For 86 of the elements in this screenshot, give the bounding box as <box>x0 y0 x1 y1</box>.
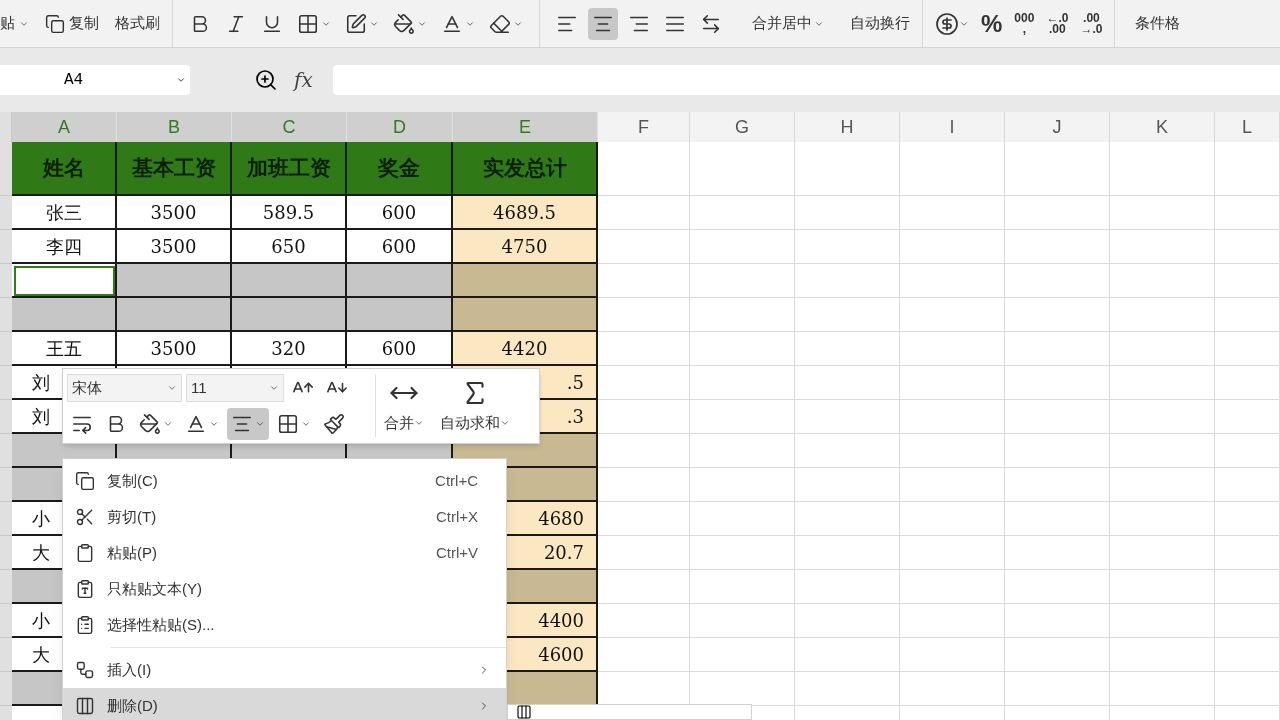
caret-icon <box>301 419 311 429</box>
column-header[interactable]: F <box>598 112 690 142</box>
number-format-button[interactable]: 000 , <box>1014 12 1035 35</box>
cell-reference: A4 <box>64 70 84 91</box>
column-header[interactable]: K <box>1110 112 1215 142</box>
column-header[interactable]: H <box>795 112 900 142</box>
format-bottom: →.0 <box>1080 23 1103 35</box>
clipboard-button[interactable]: 贴 <box>0 12 29 35</box>
table-cell: 4689.5 <box>453 196 598 230</box>
currency-button[interactable] <box>935 11 969 36</box>
number-format-button[interactable]: .00 →.0 <box>1080 12 1103 35</box>
paste-icon <box>75 543 95 563</box>
zoom-icon <box>254 68 278 92</box>
copy-icon <box>75 471 95 491</box>
fill-color-icon <box>139 413 161 435</box>
table-cell: 4750 <box>453 230 598 264</box>
table-cell: 589.5 <box>232 196 347 230</box>
column-title: 基本工资 <box>117 142 232 196</box>
caret-icon <box>209 419 219 429</box>
column-header[interactable]: G <box>690 112 795 142</box>
column-header[interactable]: L <box>1215 112 1280 142</box>
caret-icon <box>176 75 186 85</box>
table-cell: 3500 <box>117 332 232 366</box>
caret-icon <box>163 419 173 429</box>
paste-special-icon <box>75 615 95 635</box>
wrap-button[interactable]: 自动换行 <box>850 12 910 35</box>
menu-item[interactable]: 复制(C) Ctrl+C <box>63 463 506 499</box>
borders-icon <box>277 413 299 435</box>
menu-item[interactable]: 删除(D) <box>63 688 506 720</box>
borders-icon <box>297 12 319 35</box>
wrap-button[interactable]: 合并居中 <box>752 12 824 35</box>
delete-cells-icon <box>516 704 532 720</box>
format-painter-icon <box>323 413 345 435</box>
align-center-button[interactable] <box>227 408 269 440</box>
format-bottom: .00 <box>1049 23 1066 35</box>
column-header[interactable]: J <box>1005 112 1110 142</box>
table-cell: 600 <box>347 332 453 366</box>
column-title: 加班工资 <box>232 142 347 196</box>
format-top: ←.0 <box>1046 12 1069 24</box>
menu-item[interactable]: 只粘贴文本(Y) <box>63 571 506 607</box>
column-title: 姓名 <box>12 142 117 196</box>
caret-icon <box>414 418 424 428</box>
number-format-button[interactable]: ←.0 .00 <box>1046 12 1069 35</box>
fill-color-icon <box>393 12 415 35</box>
font-color-icon <box>185 413 207 435</box>
format-top: .00 <box>1083 12 1100 24</box>
currency-icon <box>935 11 959 36</box>
toolbar-button[interactable]: 合并 <box>384 377 424 435</box>
table-cell: 李四 <box>12 230 117 264</box>
table-cell: 3500 <box>117 230 232 264</box>
cut-icon <box>75 507 95 527</box>
clipboard-button[interactable]: 复制 <box>45 12 99 35</box>
distribute-icon <box>700 12 722 35</box>
table-cell: 600 <box>347 230 453 264</box>
font-value: 宋体 <box>72 377 102 398</box>
table-cell: 张三 <box>12 196 117 230</box>
clipboard-button[interactable]: 格式刷 <box>115 12 160 35</box>
column-title: 实发总计 <box>453 142 598 196</box>
caret-icon <box>255 419 265 429</box>
table-cell: 320 <box>232 332 347 366</box>
caret-icon <box>167 383 177 393</box>
font-size-value: 11 <box>191 377 207 398</box>
format-top: 000 <box>1014 12 1035 24</box>
table-cell: 650 <box>232 230 347 264</box>
insert-icon <box>75 660 95 680</box>
shortcut-label: Ctrl+C <box>435 470 479 491</box>
table-cell: 600 <box>347 196 453 230</box>
conditional-format-button[interactable]: 条件格 <box>1135 12 1181 35</box>
name-box[interactable]: A4 <box>0 65 190 95</box>
fx-label[interactable]: fx <box>294 65 313 95</box>
caret-icon <box>269 383 279 393</box>
caret-icon <box>500 418 510 428</box>
table-cell: 3500 <box>117 196 232 230</box>
font-field[interactable]: 宋体 <box>67 374 182 402</box>
cell-format-icon <box>345 12 367 35</box>
column-header[interactable]: I <box>900 112 1005 142</box>
format-bottom: , <box>1022 23 1027 35</box>
clear-icon <box>489 12 511 35</box>
paste-text-icon <box>75 579 95 599</box>
table-cell: 4420 <box>453 332 598 366</box>
font-size-field[interactable]: 11 <box>186 374 284 402</box>
align-center-button[interactable] <box>588 7 618 40</box>
column-title: 奖金 <box>347 142 453 196</box>
delete-icon <box>75 696 95 716</box>
copy-icon <box>45 13 65 34</box>
table-cell: 王五 <box>12 332 117 366</box>
